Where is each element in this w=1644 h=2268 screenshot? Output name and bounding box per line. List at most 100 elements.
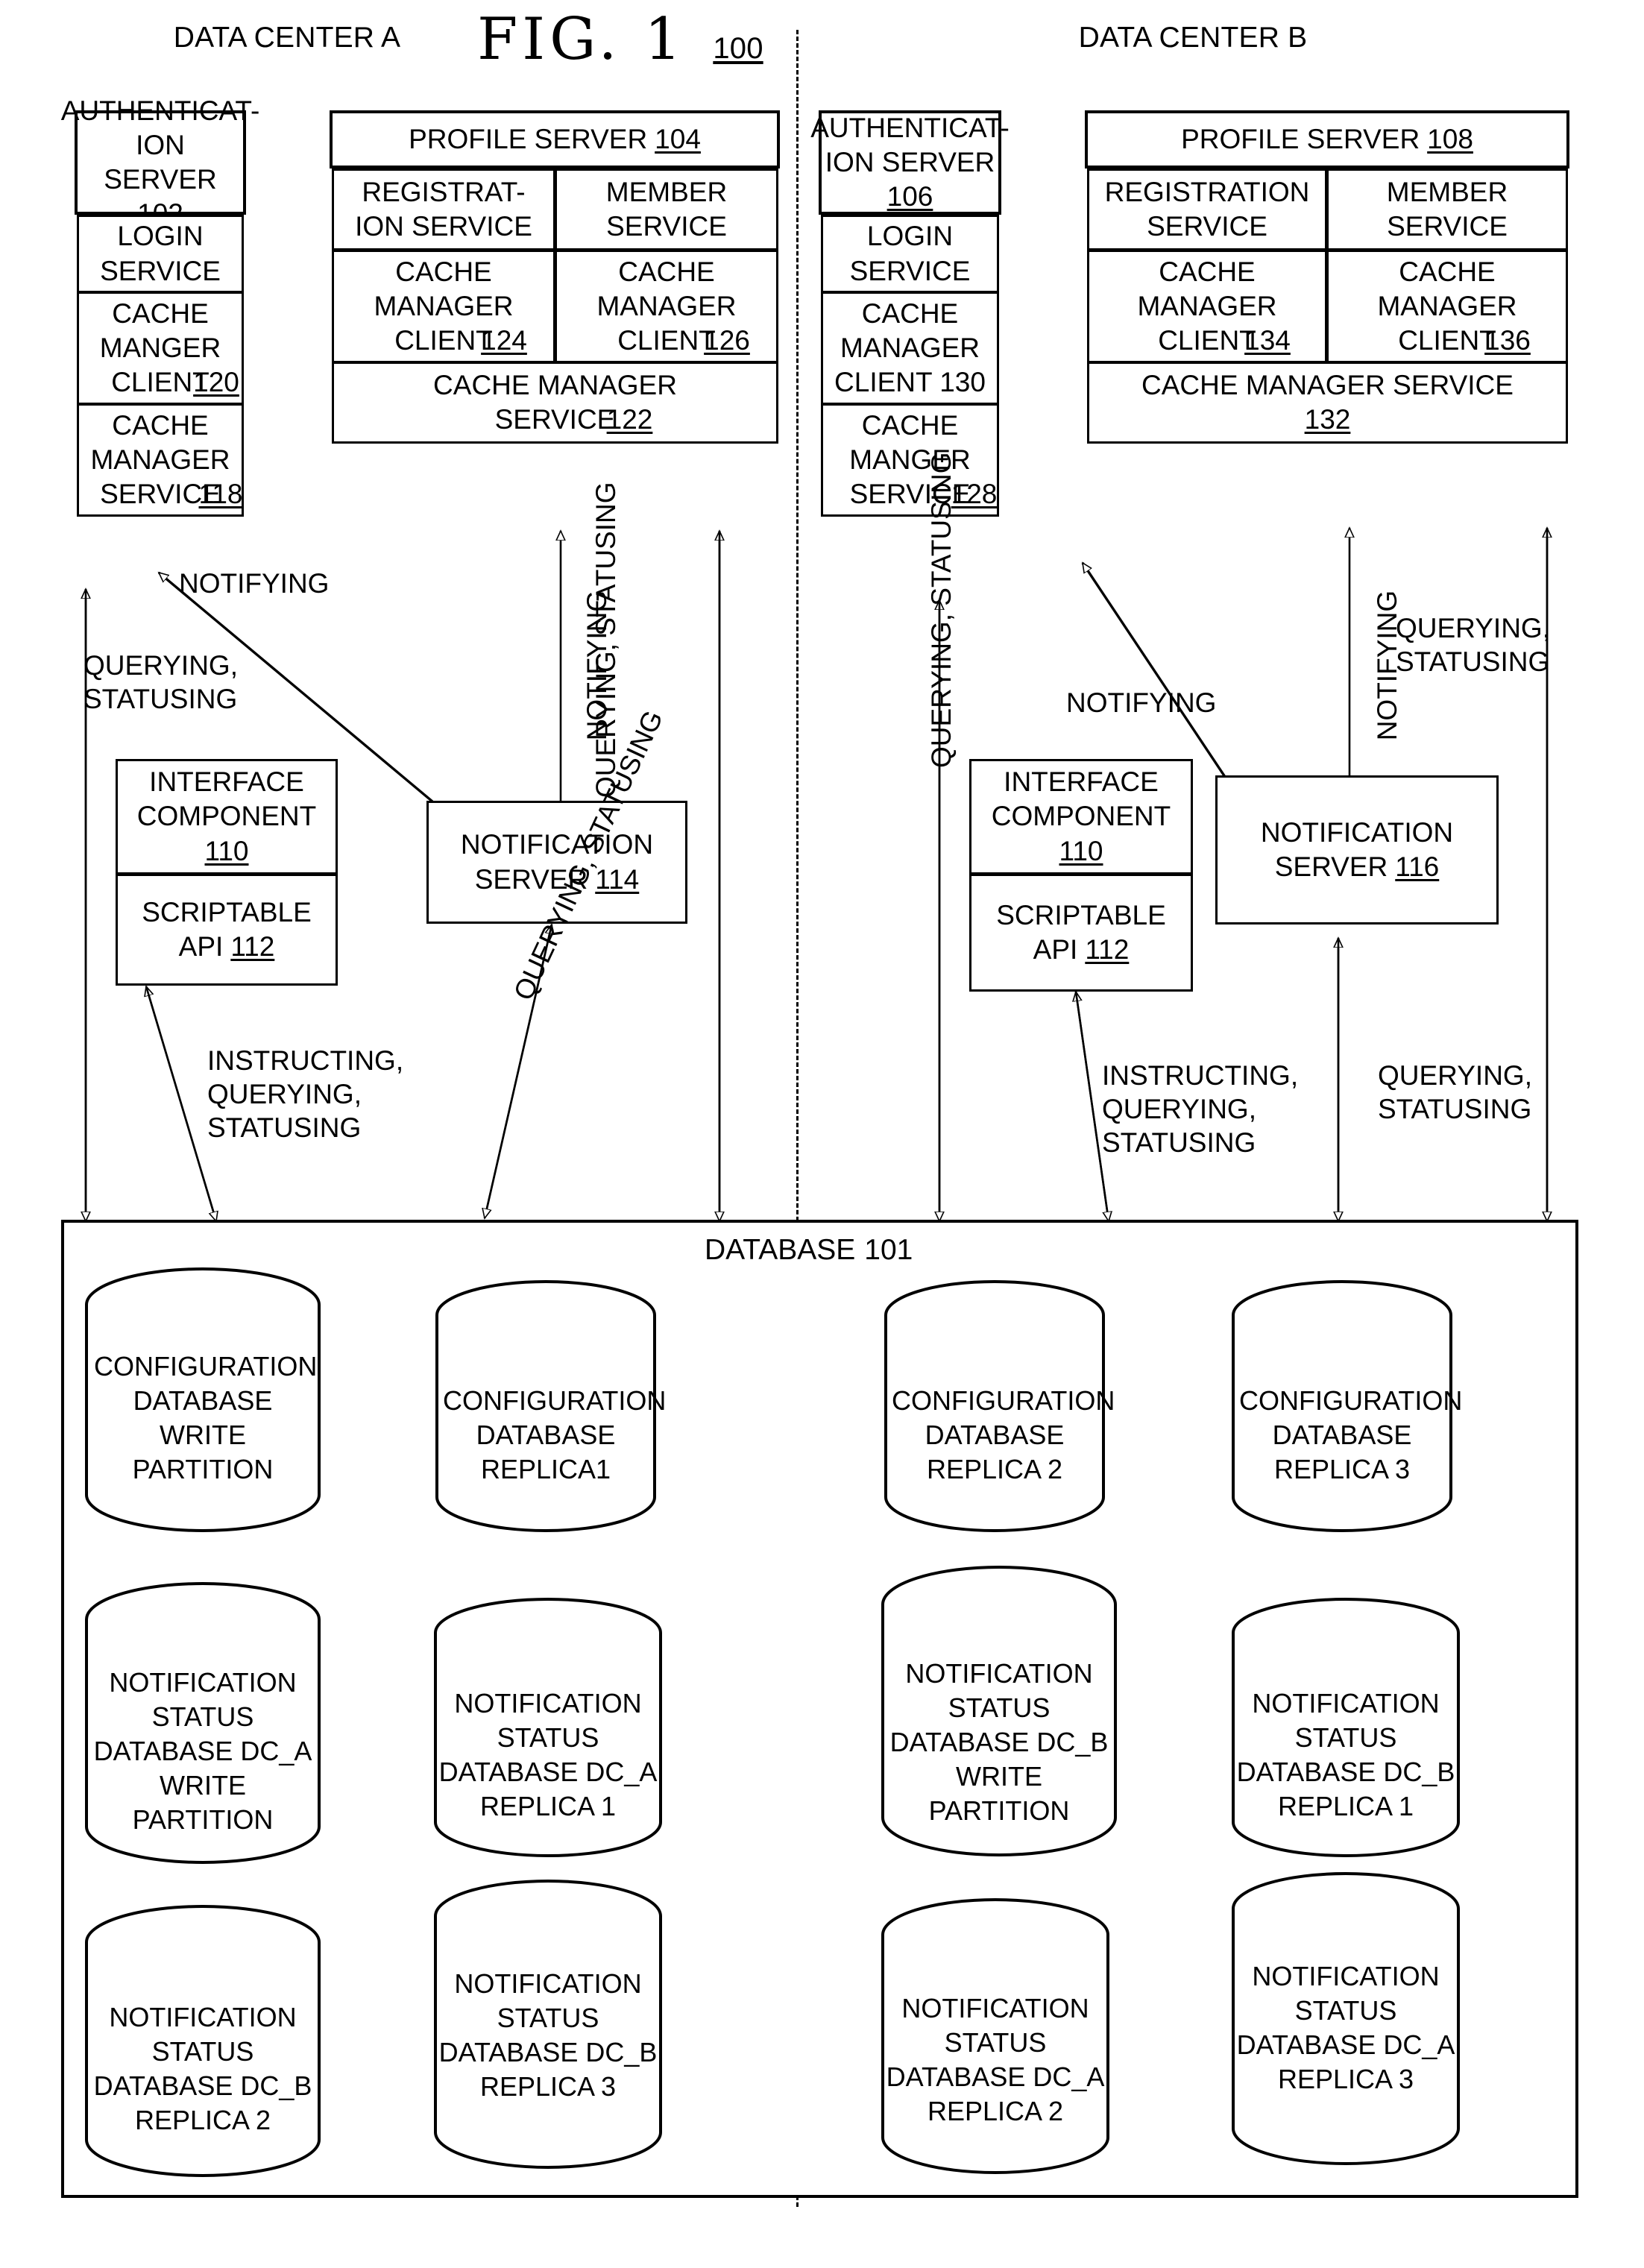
cylinder-config-replica2[interactable]: CONFIGURATION DATABASE REPLICA 2 bbox=[883, 1279, 1115, 1533]
profile-server-a-ref: 104 bbox=[655, 123, 701, 154]
auth-server-b-title-line2: ION SERVER bbox=[825, 146, 995, 177]
cylinder-config-write-partition[interactable]: CONFIGURATION DATABASE WRITE PARTITION bbox=[84, 1267, 322, 1532]
patent-figure-page: DATA CENTER A FIG. 1 100 DATA CENTER B A… bbox=[0, 0, 1644, 2268]
auth-server-b-login-service-label: LOGIN SERVICE bbox=[849, 221, 971, 286]
cylinder-notif-dcb-replica3[interactable]: NOTIFICATION STATUS DATABASE DC_B REPLIC… bbox=[432, 1879, 664, 2170]
auth-server-a-title-box[interactable]: AUTHENTICAT- ION SERVER 102 bbox=[61, 95, 260, 230]
auth-server-b-ref: 106 bbox=[886, 181, 933, 212]
cylinder-notif-dcb-replica2[interactable]: NOTIFICATION STATUS DATABASE DC_B REPLIC… bbox=[84, 1905, 322, 2177]
auth-server-b-login-service[interactable]: LOGIN SERVICE bbox=[821, 215, 999, 293]
auth-server-a-cache-manager-service[interactable]: CACHE MANAGER SERVICE 118 bbox=[77, 403, 244, 517]
scriptable-api-a-title-line1: SCRIPTABLE bbox=[142, 896, 312, 927]
notification-server-b-ref: 116 bbox=[1395, 851, 1440, 882]
auth-server-a-title-line2: ION SERVER bbox=[104, 129, 217, 195]
interface-component-b-ref: 110 bbox=[1059, 835, 1103, 866]
profile-server-a-title-box[interactable]: PROFILE SERVER 104 bbox=[330, 110, 780, 168]
cylinder-notif-dca-replica2[interactable]: NOTIFICATION STATUS DATABASE DC_A REPLIC… bbox=[880, 1897, 1111, 2175]
auth-server-a-cms-ref: 118 bbox=[198, 479, 243, 510]
notification-server-a-title: NOTIFICATION bbox=[460, 829, 654, 860]
label-querying-statusing-b-top-right: QUERYING, STATUSING bbox=[1396, 613, 1550, 678]
auth-server-a-title-line1: AUTHENTICAT- bbox=[60, 95, 260, 126]
cylinder-notif-dca-replica1[interactable]: NOTIFICATION STATUS DATABASE DC_A REPLIC… bbox=[432, 1597, 664, 1858]
cylinder-notif-dca-replica3[interactable]: NOTIFICATION STATUS DATABASE DC_A REPLIC… bbox=[1230, 1871, 1461, 2166]
scriptable-api-b[interactable]: SCRIPTABLE API 112 bbox=[969, 874, 1193, 992]
cylinder-config-replica3[interactable]: CONFIGURATION DATABASE REPLICA 3 bbox=[1230, 1279, 1462, 1533]
profile-server-b-member-label: MEMBER SERVICE bbox=[1386, 176, 1508, 242]
auth-server-a-cmc-ref: 120 bbox=[193, 367, 239, 398]
profile-server-b-registration-service[interactable]: REGISTRATION SERVICE bbox=[1087, 168, 1327, 251]
cylinder-label: CONFIGURATION DATABASE REPLICA1 bbox=[443, 1385, 667, 1485]
scriptable-api-b-title-line2: API bbox=[1033, 934, 1078, 965]
profile-server-b-cache-manager-client-134[interactable]: CACHE MANAGER CLIENT 134 bbox=[1087, 250, 1327, 363]
cylinder-label: CONFIGURATION DATABASE WRITE PARTITION bbox=[94, 1351, 318, 1485]
profile-server-b-title: PROFILE SERVER bbox=[1181, 123, 1420, 154]
profile-server-b-cms132-ref: 132 bbox=[1304, 404, 1351, 435]
figure-number: 100 bbox=[713, 31, 763, 65]
profile-server-b-cms132-label: CACHE MANAGER SERVICE bbox=[1141, 369, 1514, 400]
cylinder-label: NOTIFICATION STATUS DATABASE DC_B REPLIC… bbox=[438, 1968, 658, 2102]
database-ref: 101 bbox=[864, 1234, 913, 1266]
cylinder-label: CONFIGURATION DATABASE REPLICA 2 bbox=[892, 1385, 1115, 1485]
cylinder-config-replica1[interactable]: CONFIGURATION DATABASE REPLICA1 bbox=[434, 1279, 667, 1533]
cylinder-label: NOTIFICATION STATUS DATABASE DC_B REPLIC… bbox=[93, 2002, 312, 2136]
data-center-a-label: DATA CENTER A bbox=[173, 22, 401, 54]
label-notifying-b-diagonal: NOTIFYING bbox=[1066, 687, 1217, 718]
label-querying-statusing-b-bottom-right: QUERYING, STATUSING bbox=[1378, 1060, 1532, 1125]
interface-component-b[interactable]: INTERFACE COMPONENT 110 bbox=[969, 759, 1193, 875]
profile-server-a-member-label: MEMBER SERVICE bbox=[605, 176, 728, 242]
profile-server-b-cache-manager-service-132[interactable]: CACHE MANAGER SERVICE 132 bbox=[1087, 362, 1568, 444]
profile-server-b-registration-label: REGISTRATION SERVICE bbox=[1104, 176, 1310, 242]
profile-server-b-ref: 108 bbox=[1427, 123, 1473, 154]
label-instructing-querying-statusing-b: INSTRUCTING, QUERYING, STATUSING bbox=[1102, 1060, 1299, 1159]
cylinder-label: NOTIFICATION STATUS DATABASE DC_A REPLIC… bbox=[1236, 1961, 1455, 2095]
auth-server-b-cache-manager-service-128[interactable]: CACHE MANGER SERVICE 128 bbox=[821, 403, 999, 517]
notification-server-b-title-line2: SERVER bbox=[1274, 851, 1388, 882]
scriptable-api-b-ref: 112 bbox=[1085, 934, 1130, 965]
data-center-b-label: DATA CENTER B bbox=[1078, 22, 1308, 54]
cylinder-label: NOTIFICATION STATUS DATABASE DC_A WRITE … bbox=[93, 1667, 312, 1836]
profile-server-a-registration-label: REGISTRAT- ION SERVICE bbox=[355, 176, 532, 242]
cylinder-label: NOTIFICATION STATUS DATABASE DC_B WRITE … bbox=[889, 1658, 1109, 1827]
profile-server-a-cache-manager-service-122[interactable]: CACHE MANAGER SERVICE 122 bbox=[332, 362, 778, 444]
database-title: DATABASE 101 bbox=[705, 1234, 958, 1267]
profile-server-a-cmc124-ref: 124 bbox=[481, 325, 527, 356]
auth-server-a-cache-manager-client[interactable]: CACHE MANGER CLIENT 120 bbox=[77, 292, 244, 405]
interface-component-a[interactable]: INTERFACE COMPONENT 110 bbox=[116, 759, 338, 875]
label-notifying-a-diagonal: NOTIFYING bbox=[179, 568, 330, 599]
cylinder-notif-dcb-replica1[interactable]: NOTIFICATION STATUS DATABASE DC_B REPLIC… bbox=[1230, 1597, 1461, 1858]
scriptable-api-a-ref: 112 bbox=[230, 931, 275, 962]
cylinder-label: NOTIFICATION STATUS DATABASE DC_B REPLIC… bbox=[1236, 1688, 1455, 1822]
auth-server-b-cache-manager-client-130[interactable]: CACHE MANAGER CLIENT 130 bbox=[821, 292, 999, 405]
scriptable-api-b-title-line1: SCRIPTABLE bbox=[996, 899, 1166, 930]
profile-server-a-cache-manager-client-124[interactable]: CACHE MANAGER CLIENT 124 bbox=[332, 250, 555, 363]
profile-server-b-member-service[interactable]: MEMBER SERVICE bbox=[1326, 168, 1568, 251]
profile-server-b-cache-manager-client-136[interactable]: CACHE MANAGER CLIENT 136 bbox=[1326, 250, 1568, 363]
cylinder-label: NOTIFICATION STATUS DATABASE DC_A REPLIC… bbox=[438, 1688, 658, 1822]
label-instructing-querying-statusing-a: INSTRUCTING, QUERYING, STATUSING bbox=[207, 1045, 404, 1144]
interface-component-b-title: INTERFACE COMPONENT bbox=[991, 766, 1171, 832]
profile-server-b-title-box[interactable]: PROFILE SERVER 108 bbox=[1085, 110, 1569, 168]
profile-server-a-member-service[interactable]: MEMBER SERVICE bbox=[555, 168, 778, 251]
profile-server-a-registration-service[interactable]: REGISTRAT- ION SERVICE bbox=[332, 168, 555, 251]
auth-server-b-title-line1: AUTHENTICAT- bbox=[810, 112, 1010, 143]
cylinder-notif-dcb-write-partition[interactable]: NOTIFICATION STATUS DATABASE DC_B WRITE … bbox=[880, 1566, 1118, 1856]
cylinder-notif-dca-write-partition[interactable]: NOTIFICATION STATUS DATABASE DC_A WRITE … bbox=[84, 1582, 322, 1864]
arrow-api-a-to-db bbox=[145, 986, 216, 1221]
profile-server-b-cmc134-ref: 134 bbox=[1244, 325, 1291, 356]
notification-server-b-title: NOTIFICATION bbox=[1260, 816, 1454, 848]
notification-server-a-ref: 114 bbox=[595, 863, 640, 895]
label-querying-statusing-a-vertical: QUERYING, STATUSING bbox=[590, 482, 621, 798]
scriptable-api-a-title-line2: API bbox=[178, 931, 224, 962]
cylinder-label: NOTIFICATION STATUS DATABASE DC_A REPLIC… bbox=[886, 1993, 1105, 2127]
profile-server-a-cache-manager-client-126[interactable]: CACHE MANAGER CLIENT 126 bbox=[555, 250, 778, 363]
profile-server-a-cmc126-ref: 126 bbox=[704, 325, 750, 356]
label-querying-statusing-a-left: QUERYING, STATUSING bbox=[84, 650, 238, 715]
auth-server-a-login-service-label: LOGIN SERVICE bbox=[100, 221, 221, 286]
profile-server-b-cmc136-ref: 136 bbox=[1484, 325, 1531, 356]
auth-server-a-login-service[interactable]: LOGIN SERVICE bbox=[77, 215, 244, 293]
auth-server-b-title-box[interactable]: AUTHENTICAT- ION SERVER 106 bbox=[810, 110, 1010, 215]
scriptable-api-a[interactable]: SCRIPTABLE API 112 bbox=[116, 874, 338, 986]
profile-server-a-title: PROFILE SERVER bbox=[409, 123, 648, 154]
notification-server-b[interactable]: NOTIFICATION SERVER 116 bbox=[1215, 775, 1499, 924]
auth-server-b-cmc130-label: CACHE MANAGER CLIENT 130 bbox=[834, 297, 986, 398]
